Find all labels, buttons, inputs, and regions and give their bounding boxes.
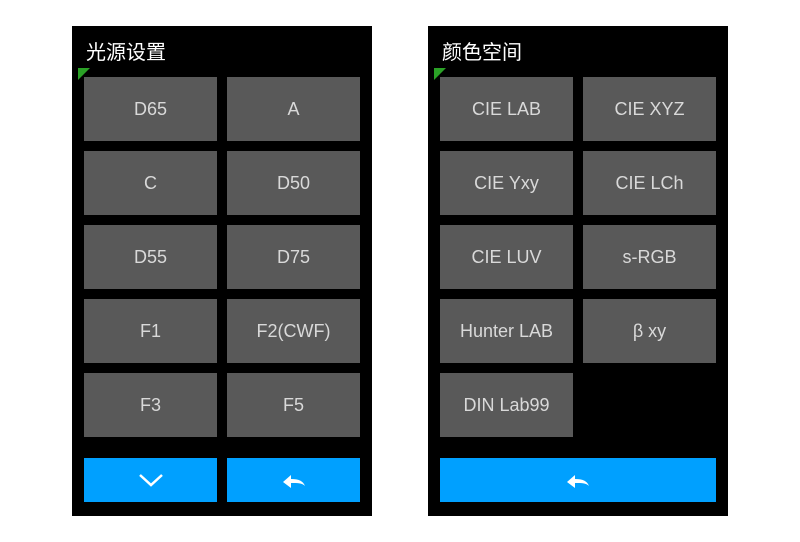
option-cie-lch[interactable]: CIE LCh	[583, 151, 716, 215]
option-d65[interactable]: D65	[84, 77, 217, 141]
option-d50[interactable]: D50	[227, 151, 360, 215]
option-f2-cwf[interactable]: F2(CWF)	[227, 299, 360, 363]
option-cie-lab[interactable]: CIE LAB	[440, 77, 573, 141]
option-f3[interactable]: F3	[84, 373, 217, 437]
active-indicator-icon	[434, 68, 446, 80]
color-space-panel: 颜色空间 CIE LAB CIE XYZ CIE Yxy CIE LCh CIE…	[428, 26, 728, 516]
back-arrow-icon	[563, 470, 593, 490]
option-cie-yxy[interactable]: CIE Yxy	[440, 151, 573, 215]
option-f1[interactable]: F1	[84, 299, 217, 363]
panel-title: 光源设置	[72, 26, 372, 73]
back-arrow-icon	[279, 470, 309, 490]
back-button[interactable]	[440, 458, 716, 502]
option-hunter-lab[interactable]: Hunter LAB	[440, 299, 573, 363]
option-beta-xy[interactable]: β xy	[583, 299, 716, 363]
light-source-panel: 光源设置 D65 A C D50 D55 D75 F1 F2(CWF) F3 F…	[72, 26, 372, 516]
chevron-down-icon	[137, 471, 165, 489]
option-cie-xyz[interactable]: CIE XYZ	[583, 77, 716, 141]
option-d55[interactable]: D55	[84, 225, 217, 289]
light-source-grid: D65 A C D50 D55 D75 F1 F2(CWF) F3 F5	[72, 73, 372, 448]
bottom-bar	[72, 448, 372, 516]
option-d75[interactable]: D75	[227, 225, 360, 289]
option-din-lab99[interactable]: DIN Lab99	[440, 373, 573, 437]
active-indicator-icon	[78, 68, 90, 80]
back-button[interactable]	[227, 458, 360, 502]
bottom-bar	[428, 448, 728, 516]
option-c[interactable]: C	[84, 151, 217, 215]
option-a[interactable]: A	[227, 77, 360, 141]
option-cie-luv[interactable]: CIE LUV	[440, 225, 573, 289]
option-f5[interactable]: F5	[227, 373, 360, 437]
option-srgb[interactable]: s-RGB	[583, 225, 716, 289]
page-down-button[interactable]	[84, 458, 217, 502]
panel-title: 颜色空间	[428, 26, 728, 73]
color-space-grid: CIE LAB CIE XYZ CIE Yxy CIE LCh CIE LUV …	[428, 73, 728, 448]
